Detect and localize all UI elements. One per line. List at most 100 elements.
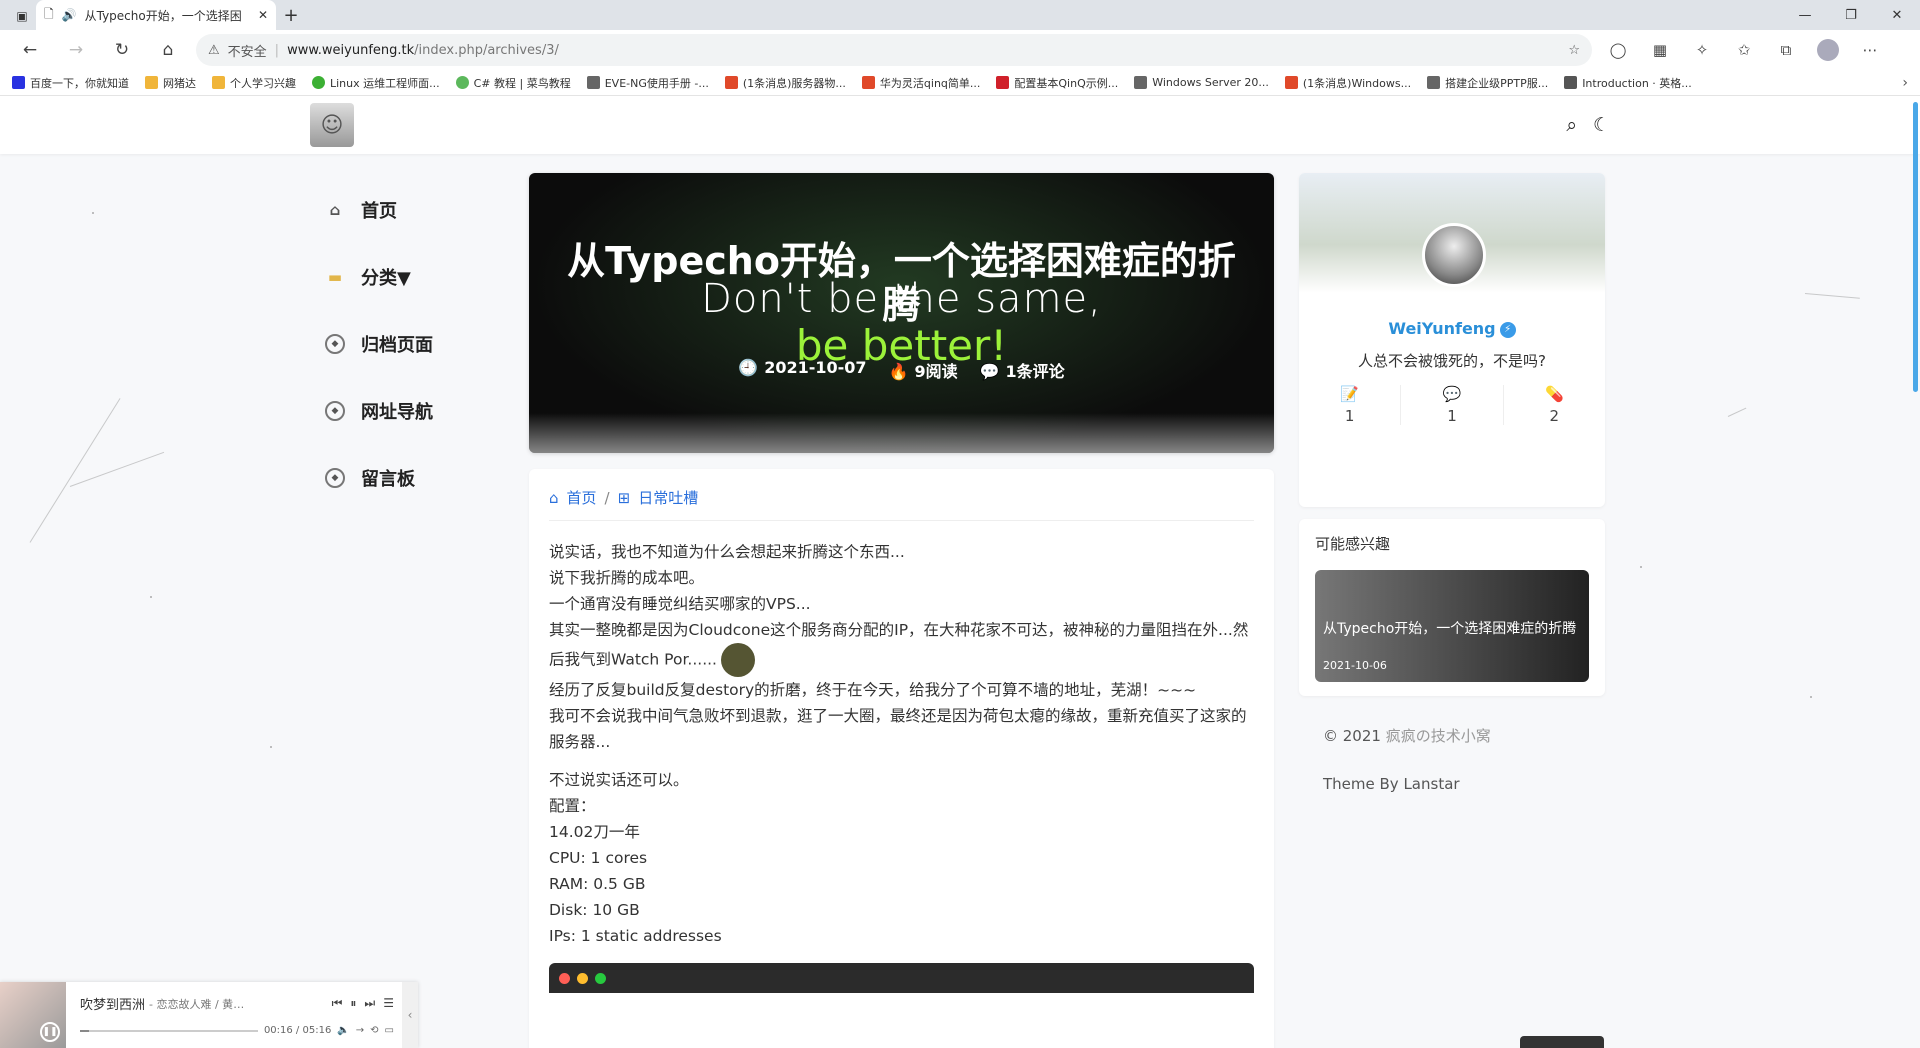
collections-icon[interactable]: ⧉ — [1770, 34, 1802, 66]
stat-value: 1 — [1344, 407, 1355, 425]
album-cover[interactable]: ❚❚ — [0, 982, 66, 1048]
home-button[interactable]: ⌂ — [150, 34, 186, 66]
warning-icon[interactable]: ⚠ — [208, 43, 220, 58]
url-field[interactable]: ⚠ 不安全 | www.weiyunfeng.tk/index.php/arch… — [196, 34, 1592, 66]
progress-bar[interactable] — [80, 1029, 258, 1032]
bookmark-item[interactable]: (1条消息)Windows... — [1284, 75, 1412, 91]
fire-icon: 🔥 — [888, 362, 909, 381]
bookmark-item[interactable]: (1条消息)服务器物... — [724, 75, 846, 91]
profile-motto: 人总不会被饿死的，不是吗? — [1358, 352, 1546, 370]
playlist-icon[interactable]: ☰ — [383, 996, 394, 1011]
main-content: Don't be the same, be better! 从Typecho开始… — [529, 173, 1274, 1048]
extensions-icon[interactable]: ✧ — [1686, 34, 1718, 66]
audio-playing-icon[interactable]: 🔊 — [62, 8, 77, 22]
stat-articles[interactable]: 📝 1 — [1299, 385, 1402, 425]
background-line — [29, 398, 121, 543]
new-tab-button[interactable]: + — [276, 0, 306, 30]
add-favorite-icon[interactable]: ☆ — [1568, 43, 1580, 58]
music-player: ❚❚ 吹梦到西洲 - 恋恋故人难 / 黄诗扶 /... ⏮ ⏸ ⏭ ☰ 00:1… — [0, 982, 418, 1048]
compass-icon: ◆ — [325, 400, 345, 421]
breadcrumb-home[interactable]: 首页 — [567, 487, 597, 508]
clock-icon: 🕘 — [738, 358, 759, 377]
csdn-icon — [724, 76, 738, 89]
background-line — [1727, 407, 1747, 417]
folder-icon — [212, 76, 225, 89]
extension-box-icon[interactable]: ▦ — [1644, 34, 1676, 66]
post-comments[interactable]: 💬 1条评论 — [980, 358, 1065, 382]
security-label[interactable]: 不安全 — [228, 41, 267, 60]
site-logo[interactable]: ☺ — [310, 103, 354, 147]
theme-credit[interactable]: Theme By Lanstar — [1323, 760, 1605, 808]
pause-button-icon[interactable]: ⏸ — [350, 996, 356, 1011]
back-button[interactable]: ← — [12, 34, 48, 66]
dark-mode-icon[interactable]: ☾ — [1593, 114, 1610, 136]
bookmark-item[interactable]: Introduction · 英格... — [1564, 75, 1692, 91]
book-icon — [1564, 76, 1578, 89]
maximize-button[interactable]: ❐ — [1828, 0, 1874, 30]
profile-icon[interactable] — [1812, 34, 1844, 66]
views-text: 9阅读 — [914, 362, 958, 381]
bookmark-label: (1条消息)Windows... — [1302, 76, 1412, 90]
paragraph: 配置： — [549, 797, 596, 815]
site-name-link[interactable]: 疯疯の技术小窝 — [1386, 727, 1491, 745]
paragraph: 不过说实话还可以。 — [549, 771, 689, 789]
volume-icon[interactable]: 🔈 — [337, 1025, 349, 1036]
bookmark-folder[interactable]: 个人学习兴趣 — [212, 75, 296, 91]
toolbar-icons: ◯ ▦ ✧ ✩ ⧉ ⋯ — [1602, 34, 1886, 66]
bookmark-item[interactable]: 搭建企业级PPTP服... — [1427, 75, 1548, 91]
grid-icon: ⊞ — [617, 488, 631, 507]
bookmark-item[interactable]: 配置基本QinQ示例... — [996, 75, 1118, 91]
page-viewport: ☺ ⌕ ☾ ⌂ 首页 ▬ 分类▼ ◆ 归档页面 ◆ 网址导航 ◆ 留言板 Don't be… — [0, 96, 1920, 1048]
paragraph: 一个通宵没有睡觉纠结买哪家的VPS... — [549, 595, 811, 613]
paragraph-with-sticker: 其实一整晚都是因为Cloudcone这个服务商分配的IP，在大种花家不可达，被神… — [549, 617, 1254, 677]
lyrics-icon[interactable]: ▭ — [385, 1025, 394, 1036]
close-tab-icon[interactable]: ✕ — [258, 8, 268, 22]
avatar[interactable] — [1422, 223, 1486, 287]
nav-links[interactable]: ◆ 网址导航 — [325, 377, 485, 444]
song-title: 吹梦到西洲 — [80, 998, 146, 1013]
bookmark-item[interactable]: 百度一下，你就知道 — [12, 75, 129, 91]
song-artist: - 恋恋故人难 / 黄诗扶 /... — [149, 997, 255, 1011]
stat-comments[interactable]: 💬 1 — [1401, 385, 1504, 425]
pause-icon[interactable]: ❚❚ — [40, 1022, 60, 1042]
active-tab[interactable]: 🗋 🔊 从Typecho开始，一个选择困 ✕ — [36, 0, 276, 30]
favorites-icon[interactable]: ✩ — [1728, 34, 1760, 66]
tag-icon: 💊 — [1544, 385, 1564, 403]
csdn-icon — [1284, 76, 1298, 89]
shuffle-icon[interactable]: → — [356, 1025, 364, 1036]
chevron-right-icon[interactable]: › — [1902, 75, 1908, 91]
bookmark-folder[interactable]: 网猪达 — [145, 75, 196, 91]
nav-guestbook[interactable]: ◆ 留言板 — [325, 444, 485, 511]
forward-button[interactable]: → — [58, 34, 94, 66]
breadcrumb-category[interactable]: 日常吐槽 — [638, 487, 698, 508]
bookmark-item[interactable]: 华为灵活qinq简单... — [861, 75, 980, 91]
stat-tags[interactable]: 💊 2 — [1504, 385, 1605, 425]
more-menu-icon[interactable]: ⋯ — [1854, 34, 1886, 66]
loop-icon[interactable]: ⟲ — [370, 1025, 378, 1036]
tab-actions-icon[interactable]: ▣ — [8, 2, 36, 30]
paragraph: 说实话，我也不知道为什么会想起来折腾这个东西... — [549, 543, 905, 561]
related-post[interactable]: 从Typecho开始，一个选择困难症的折腾 2021-10-06 — [1315, 570, 1589, 682]
collapse-player-icon[interactable]: ‹ — [402, 982, 418, 1048]
reload-button[interactable]: ↻ — [104, 34, 140, 66]
page-scrollbar[interactable] — [1912, 96, 1920, 1048]
bookmark-item[interactable]: EVE-NG使用手册 -... — [586, 75, 709, 91]
next-icon[interactable]: ⏭ — [364, 996, 375, 1011]
article-icon: 📝 — [1340, 385, 1359, 403]
minimize-button[interactable]: — — [1782, 0, 1828, 30]
close-window-button[interactable]: ✕ — [1874, 0, 1920, 30]
post-body: 说实话，我也不知道为什么会想起来折腾这个东西... 说下我折腾的成本吧。 一个通… — [549, 539, 1254, 949]
search-icon[interactable]: ⌕ — [1566, 114, 1577, 136]
profile-name[interactable]: WeiYunfeng ⚡ — [1299, 319, 1605, 338]
bookmark-item[interactable]: C# 教程 | 菜鸟教程 — [455, 75, 571, 91]
bookmark-item[interactable]: Linux 运维工程师面... — [312, 75, 440, 91]
scroll-thumb[interactable] — [1913, 102, 1918, 392]
paragraph: RAM: 0.5 GB — [549, 875, 646, 893]
bookmarks-bar: 百度一下，你就知道 网猪达 个人学习兴趣 Linux 运维工程师面... C# … — [0, 70, 1920, 96]
bookmark-item[interactable]: Windows Server 20... — [1134, 76, 1269, 89]
nav-home[interactable]: ⌂ 首页 — [325, 176, 485, 243]
extension-circle-icon[interactable]: ◯ — [1602, 34, 1634, 66]
nav-categories[interactable]: ▬ 分类▼ — [325, 243, 485, 310]
previous-icon[interactable]: ⏮ — [332, 996, 343, 1011]
nav-archives[interactable]: ◆ 归档页面 — [325, 310, 485, 377]
